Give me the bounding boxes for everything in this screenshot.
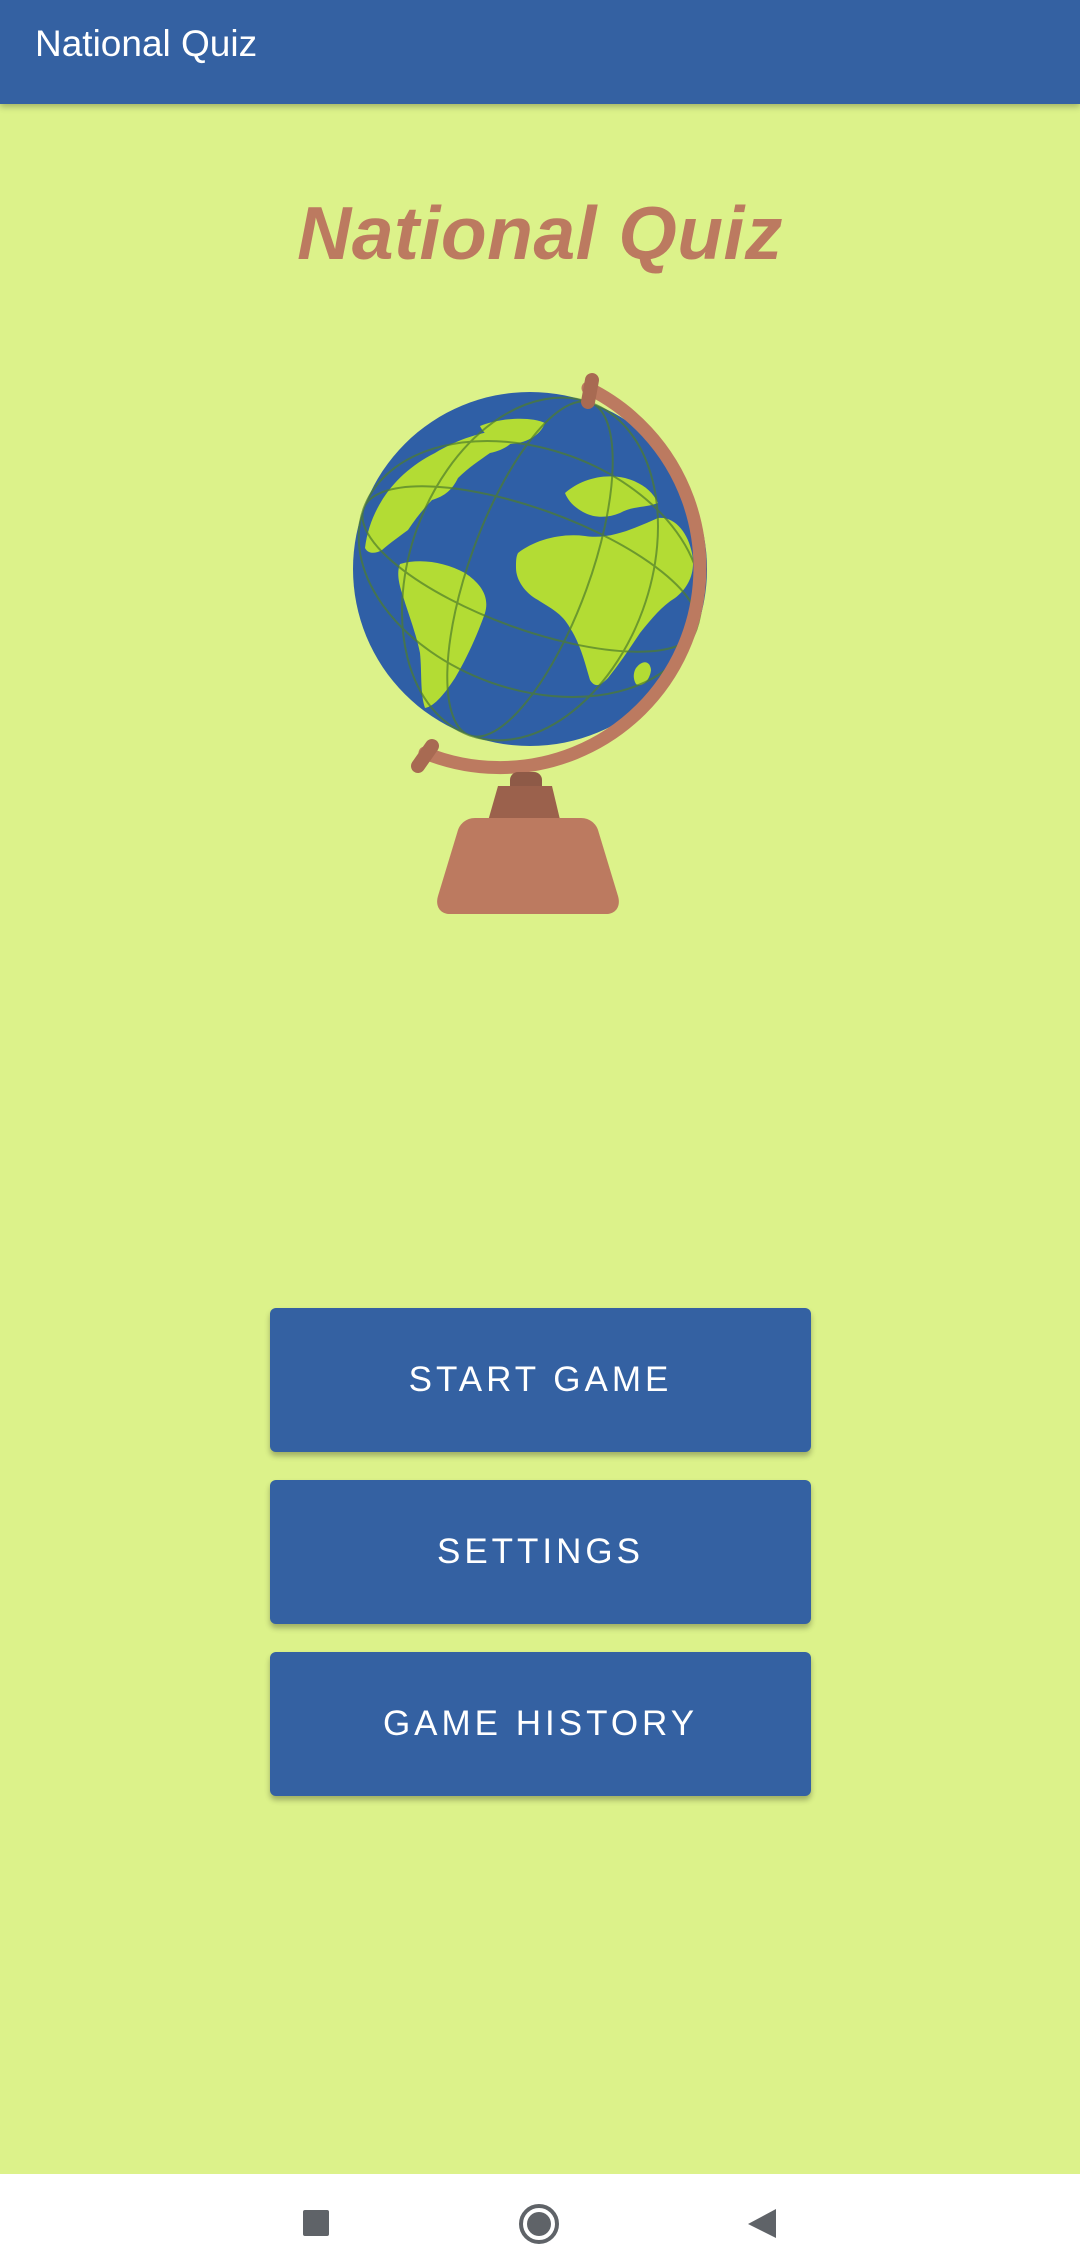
game-history-button[interactable]: GAME HISTORY [270, 1652, 811, 1796]
page-title: National Quiz [297, 191, 783, 275]
app-bar: National Quiz [0, 0, 1080, 104]
settings-button[interactable]: SETTINGS [270, 1480, 811, 1624]
main-content: National Quiz START GAME SETTINGS GAME H… [0, 104, 1080, 2174]
start-game-button[interactable]: START GAME [270, 1308, 811, 1452]
app-bar-title: National Quiz [35, 23, 258, 64]
system-nav-bar [0, 2174, 1080, 2247]
home-icon[interactable] [509, 2174, 569, 2247]
back-icon[interactable] [730, 2174, 790, 2247]
globe-icon [353, 373, 707, 914]
recents-icon[interactable] [286, 2174, 346, 2247]
